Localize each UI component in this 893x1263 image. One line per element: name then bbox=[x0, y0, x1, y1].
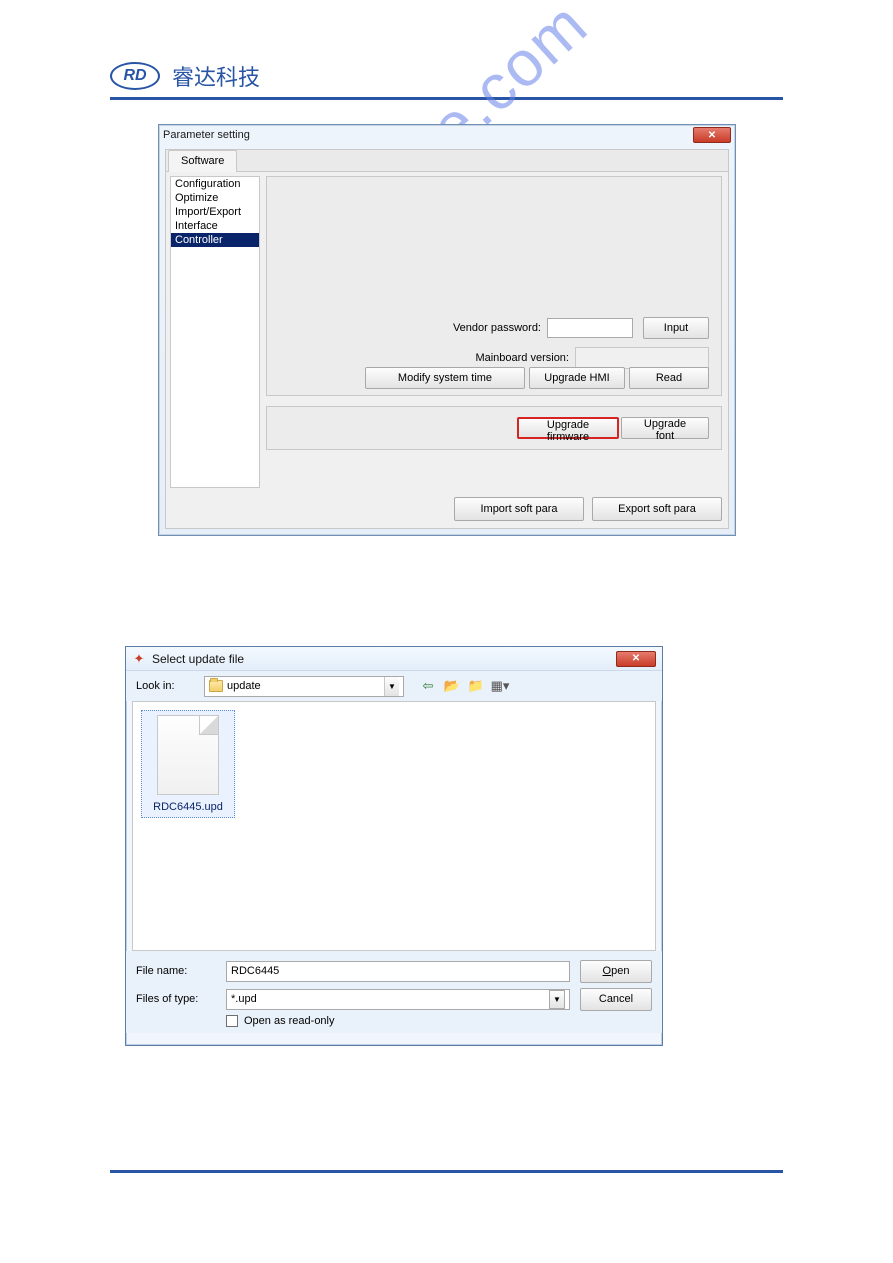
input-button[interactable]: Input bbox=[643, 317, 709, 339]
open-button[interactable]: Open bbox=[580, 960, 652, 983]
doc-footer bbox=[110, 1170, 783, 1173]
vendor-password-input[interactable] bbox=[547, 318, 633, 338]
controller-group: Vendor password: Input Mainboard version… bbox=[266, 176, 722, 396]
mainboard-version-label: Mainboard version: bbox=[475, 352, 569, 364]
file-label: RDC6445.upd bbox=[153, 801, 223, 813]
sidebar-item-controller[interactable]: Controller bbox=[171, 233, 259, 247]
readonly-label: Open as read-only bbox=[244, 1015, 335, 1027]
select-update-file-window: ✦ Select update file ✕ Look in: update ▼… bbox=[125, 646, 663, 1046]
back-icon[interactable]: ⇦ bbox=[418, 676, 438, 696]
read-button[interactable]: Read bbox=[629, 367, 709, 389]
lookin-row: Look in: update ▼ ⇦ 📂 📁 ▦▾ bbox=[126, 671, 662, 701]
open-button-underline: O bbox=[603, 965, 612, 977]
win1-body: Software Configuration Optimize Import/E… bbox=[165, 149, 729, 529]
sidebar: Configuration Optimize Import/Export Int… bbox=[170, 176, 260, 488]
new-folder-icon[interactable]: 📁 bbox=[466, 676, 486, 696]
doc-header: RD 睿达科技 bbox=[110, 60, 783, 100]
win2-title: Select update file bbox=[152, 652, 244, 666]
brand-text: 睿达科技 bbox=[172, 60, 260, 92]
rd-logo: RD bbox=[110, 62, 160, 90]
mainboard-row: Mainboard version: bbox=[475, 347, 709, 369]
up-folder-icon[interactable]: 📂 bbox=[442, 676, 462, 696]
sidebar-item-optimize[interactable]: Optimize bbox=[171, 191, 259, 205]
right-panel: Vendor password: Input Mainboard version… bbox=[266, 176, 722, 488]
tab-software[interactable]: Software bbox=[168, 150, 237, 172]
filetype-label: Files of type: bbox=[136, 993, 216, 1005]
upgrade-hmi-button[interactable]: Upgrade HMI bbox=[529, 367, 625, 389]
vendor-password-label: Vendor password: bbox=[453, 322, 541, 334]
folder-icon bbox=[209, 680, 223, 692]
rd-logo-text: RD bbox=[123, 67, 146, 85]
filetype-select[interactable]: *.upd ▼ bbox=[226, 989, 570, 1010]
filename-rows: File name: Open Files of type: *.upd ▼ C… bbox=[126, 951, 662, 1033]
import-soft-para-button[interactable]: Import soft para bbox=[454, 497, 584, 521]
readonly-row: Open as read-only bbox=[226, 1015, 652, 1027]
upgrade-firmware-button[interactable]: Upgrade firmware bbox=[517, 417, 619, 439]
export-soft-para-button[interactable]: Export soft para bbox=[592, 497, 722, 521]
sidebar-item-interface[interactable]: Interface bbox=[171, 219, 259, 233]
filename-input[interactable] bbox=[226, 961, 570, 982]
tab-strip: Software bbox=[166, 150, 728, 172]
file-icon bbox=[157, 715, 219, 795]
mainboard-version-value bbox=[575, 347, 709, 369]
file-item[interactable]: RDC6445.upd bbox=[141, 710, 235, 818]
close-icon[interactable]: ✕ bbox=[693, 127, 731, 143]
modify-system-time-button[interactable]: Modify system time bbox=[365, 367, 525, 389]
sidebar-item-configuration[interactable]: Configuration bbox=[171, 177, 259, 191]
win1-titlebar: Parameter setting ✕ bbox=[159, 125, 735, 145]
open-button-rest: pen bbox=[611, 965, 629, 977]
filename-label: File name: bbox=[136, 965, 216, 977]
view-menu-icon[interactable]: ▦▾ bbox=[490, 676, 510, 696]
vendor-row: Vendor password: Input bbox=[453, 317, 709, 339]
bottom-buttons: Import soft para Export soft para bbox=[166, 494, 722, 524]
sidebar-item-import-export[interactable]: Import/Export bbox=[171, 205, 259, 219]
win1-title: Parameter setting bbox=[163, 129, 250, 141]
file-list[interactable]: RDC6445.upd bbox=[132, 701, 656, 951]
firmware-group: Upgrade firmware Upgrade font bbox=[266, 406, 722, 450]
app-icon: ✦ bbox=[132, 652, 146, 666]
dropdown-icon[interactable]: ▼ bbox=[549, 990, 565, 1009]
dropdown-icon[interactable]: ▼ bbox=[384, 677, 399, 696]
readonly-checkbox[interactable] bbox=[226, 1015, 238, 1027]
toolbar-icons: ⇦ 📂 📁 ▦▾ bbox=[418, 676, 510, 696]
lookin-label: Look in: bbox=[136, 680, 196, 692]
lookin-folder-name: update bbox=[227, 680, 261, 692]
lookin-select[interactable]: update ▼ bbox=[204, 676, 404, 697]
group1-buttons: Modify system time Upgrade HMI Read bbox=[275, 367, 709, 389]
filetype-value: *.upd bbox=[231, 993, 257, 1005]
upgrade-font-button[interactable]: Upgrade font bbox=[621, 417, 709, 439]
win2-titlebar: ✦ Select update file ✕ bbox=[126, 647, 662, 671]
parameter-setting-window: Parameter setting ✕ Software Configurati… bbox=[158, 124, 736, 536]
close-icon[interactable]: ✕ bbox=[616, 651, 656, 667]
cancel-button[interactable]: Cancel bbox=[580, 988, 652, 1011]
